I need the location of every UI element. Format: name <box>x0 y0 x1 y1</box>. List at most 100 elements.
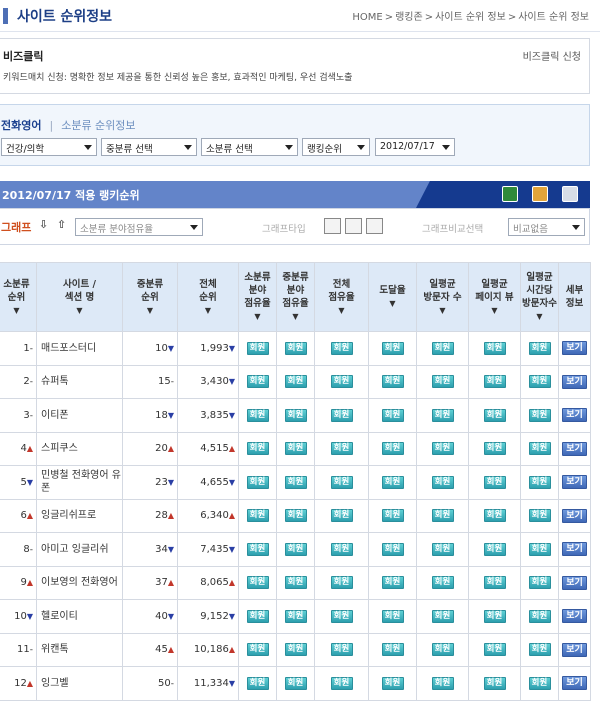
member-only-badge[interactable]: 회원 <box>330 341 353 355</box>
member-only-badge[interactable]: 회원 <box>483 509 506 523</box>
view-detail-button[interactable]: 보기 <box>562 374 587 389</box>
excel-icon[interactable] <box>502 186 518 202</box>
view-detail-button[interactable]: 보기 <box>562 341 587 356</box>
sort-down-icon[interactable]: ▼ <box>469 304 520 317</box>
member-only-badge[interactable]: 회원 <box>483 341 506 355</box>
member-only-badge[interactable]: 회원 <box>381 341 404 355</box>
sort-down-icon[interactable]: ▼ <box>239 310 276 323</box>
category-select[interactable]: 건강/의학 <box>1 138 97 156</box>
member-only-badge[interactable]: 회원 <box>431 676 454 690</box>
member-only-badge[interactable]: 회원 <box>284 576 307 590</box>
member-only-badge[interactable]: 회원 <box>431 576 454 590</box>
sub-category-select[interactable]: 소분류 선택 <box>201 138 298 156</box>
member-only-badge[interactable]: 회원 <box>284 542 307 556</box>
member-only-badge[interactable]: 회원 <box>483 676 506 690</box>
member-only-badge[interactable]: 회원 <box>284 609 307 623</box>
member-only-badge[interactable]: 회원 <box>284 509 307 523</box>
view-detail-button[interactable]: 보기 <box>562 508 587 523</box>
site-name[interactable]: 이보영의 전화영어 <box>36 565 123 600</box>
member-only-badge[interactable]: 회원 <box>528 576 551 590</box>
member-only-badge[interactable]: 회원 <box>330 676 353 690</box>
member-only-badge[interactable]: 회원 <box>381 442 404 456</box>
member-only-badge[interactable]: 회원 <box>528 676 551 690</box>
member-only-badge[interactable]: 회원 <box>483 609 506 623</box>
view-detail-button[interactable]: 보기 <box>562 475 587 490</box>
member-only-badge[interactable]: 회원 <box>284 408 307 422</box>
view-detail-button[interactable]: 보기 <box>562 542 587 557</box>
member-only-badge[interactable]: 회원 <box>431 643 454 657</box>
member-only-badge[interactable]: 회원 <box>528 509 551 523</box>
member-only-badge[interactable]: 회원 <box>483 408 506 422</box>
member-only-badge[interactable]: 회원 <box>528 375 551 389</box>
sort-down-icon[interactable]: ▼ <box>369 297 416 310</box>
column-header[interactable]: 일평균 시간당 방문자수 ▼ <box>520 262 559 332</box>
view-detail-button[interactable]: 보기 <box>562 676 587 691</box>
member-only-badge[interactable]: 회원 <box>330 542 353 556</box>
member-only-badge[interactable]: 회원 <box>528 475 551 489</box>
member-only-badge[interactable]: 회원 <box>381 509 404 523</box>
site-name[interactable]: 헬로이티 <box>36 599 123 634</box>
tab-phone-english[interactable]: 전화영어 <box>1 119 41 132</box>
member-only-badge[interactable]: 회원 <box>528 643 551 657</box>
member-only-badge[interactable]: 회원 <box>284 475 307 489</box>
breadcrumb-rankzone[interactable]: 랭킹존 <box>395 12 423 23</box>
column-header[interactable]: 일평균 방문자 수 ▼ <box>416 262 469 332</box>
member-only-badge[interactable]: 회원 <box>381 375 404 389</box>
member-only-badge[interactable]: 회원 <box>431 442 454 456</box>
member-only-badge[interactable]: 회원 <box>246 609 269 623</box>
member-only-badge[interactable]: 회원 <box>381 408 404 422</box>
sort-down-icon[interactable]: ▼ <box>277 310 314 323</box>
site-name[interactable]: 이티폰 <box>36 398 123 433</box>
column-header[interactable]: 일평균 페이지 뷰 ▼ <box>468 262 521 332</box>
view-detail-button[interactable]: 보기 <box>562 441 587 456</box>
member-only-badge[interactable]: 회원 <box>246 676 269 690</box>
member-only-badge[interactable]: 회원 <box>246 542 269 556</box>
member-only-badge[interactable]: 회원 <box>330 408 353 422</box>
member-only-badge[interactable]: 회원 <box>284 341 307 355</box>
member-only-badge[interactable]: 회원 <box>246 375 269 389</box>
member-only-badge[interactable]: 회원 <box>381 676 404 690</box>
date-select[interactable]: 2012/07/17 <box>375 138 455 156</box>
tab-subcategory-rank[interactable]: 소분류 순위정보 <box>61 119 135 132</box>
sort-down-icon[interactable]: ▼ <box>417 304 468 317</box>
column-header[interactable]: 사이트 / 섹션 명 ▼ <box>36 262 123 332</box>
table-chart-icon[interactable] <box>345 218 362 234</box>
member-only-badge[interactable]: 회원 <box>528 408 551 422</box>
member-only-badge[interactable]: 회원 <box>431 408 454 422</box>
member-only-badge[interactable]: 회원 <box>528 609 551 623</box>
view-detail-button[interactable]: 보기 <box>562 642 587 657</box>
member-only-badge[interactable]: 회원 <box>330 475 353 489</box>
member-only-badge[interactable]: 회원 <box>284 442 307 456</box>
bizclick-description[interactable]: 키워드매치 신청: 명확한 정보 제공을 통한 신뢰성 높은 홍보, 효과적인 … <box>3 70 352 83</box>
member-only-badge[interactable]: 회원 <box>330 576 353 590</box>
member-only-badge[interactable]: 회원 <box>381 576 404 590</box>
column-header[interactable]: 세부 정보 <box>558 262 591 332</box>
member-only-badge[interactable]: 회원 <box>528 341 551 355</box>
column-header[interactable]: 소분류 분야 점유율 ▼ <box>238 262 277 332</box>
column-header[interactable]: 전체 점유율 ▼ <box>314 262 369 332</box>
sort-down-icon[interactable]: ▼ <box>521 310 558 323</box>
member-only-badge[interactable]: 회원 <box>330 375 353 389</box>
view-detail-button[interactable]: 보기 <box>562 408 587 423</box>
member-only-badge[interactable]: 회원 <box>528 442 551 456</box>
mid-category-select[interactable]: 중분류 선택 <box>101 138 197 156</box>
sort-down-icon[interactable]: ▼ <box>37 304 122 317</box>
member-only-badge[interactable]: 회원 <box>330 442 353 456</box>
breadcrumb-site-rank[interactable]: 사이트 순위 정보 <box>435 12 506 23</box>
sort-down-icon[interactable]: ▼ <box>178 304 238 317</box>
line-chart-icon[interactable] <box>366 218 383 234</box>
site-name[interactable]: 위캔톡 <box>36 632 123 667</box>
member-only-badge[interactable]: 회원 <box>330 609 353 623</box>
share-icon[interactable] <box>532 186 548 202</box>
site-name[interactable]: 민병철 전화영어 유폰 <box>36 465 123 500</box>
view-detail-button[interactable]: 보기 <box>562 609 587 624</box>
member-only-badge[interactable]: 회원 <box>246 509 269 523</box>
member-only-badge[interactable]: 회원 <box>246 576 269 590</box>
member-only-badge[interactable]: 회원 <box>284 676 307 690</box>
site-name[interactable]: 잉그벨 <box>36 666 123 701</box>
graph-compare-select[interactable]: 비교없음 <box>508 218 585 236</box>
member-only-badge[interactable]: 회원 <box>431 542 454 556</box>
member-only-badge[interactable]: 회원 <box>381 475 404 489</box>
column-header[interactable]: 중분류 분야 점유율 ▼ <box>276 262 315 332</box>
column-header[interactable]: 도달율 ▼ <box>368 262 417 332</box>
